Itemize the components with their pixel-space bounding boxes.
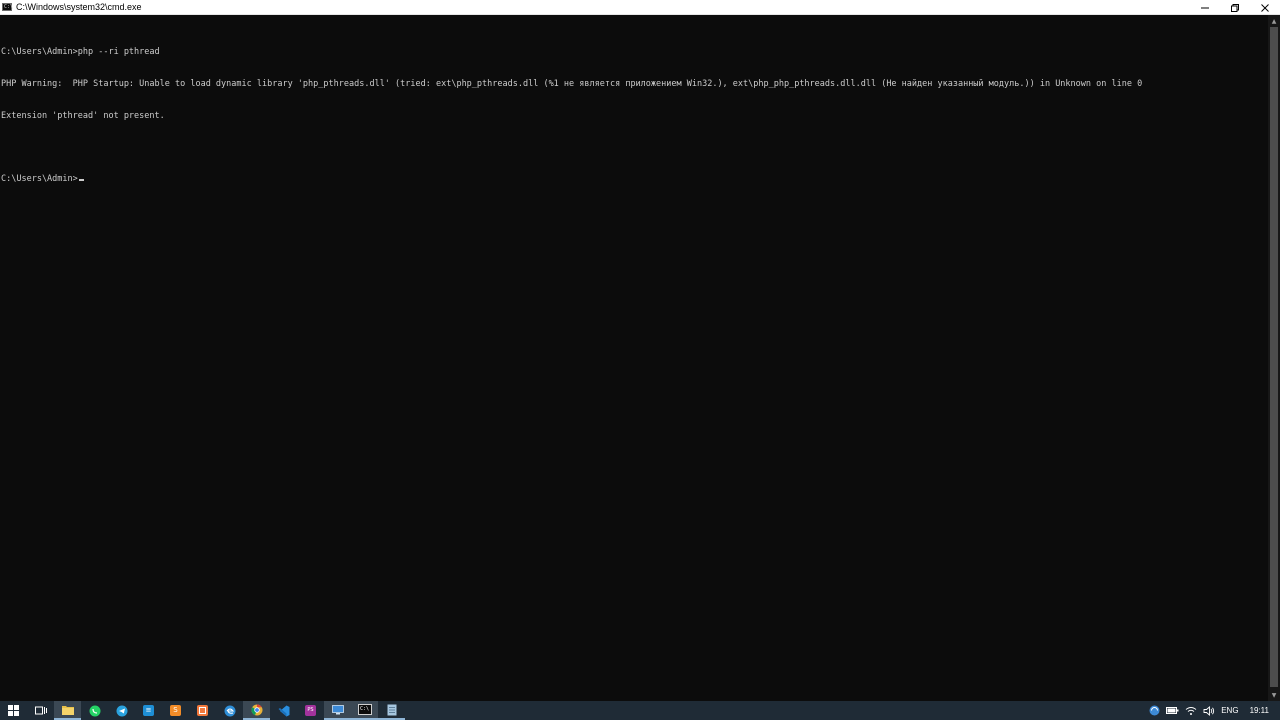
phpstorm-icon: PS <box>305 705 316 716</box>
file-explorer-icon <box>61 705 74 715</box>
close-icon <box>1261 3 1269 12</box>
taskbar-whatsapp[interactable] <box>81 701 108 720</box>
window-title: C:\Windows\system32\cmd.exe <box>16 2 142 12</box>
input-language[interactable]: ENG <box>1218 701 1241 720</box>
restore-icon <box>1231 3 1239 12</box>
close-button[interactable] <box>1250 0 1280 15</box>
start-button[interactable] <box>0 701 27 720</box>
cmd-window-icon[interactable]: C:\ <box>2 3 14 11</box>
taskbar-cmd[interactable]: C:\ <box>351 701 378 720</box>
taskbar-notes-app[interactable] <box>189 701 216 720</box>
vscode-icon <box>278 705 289 716</box>
notes-app-icon <box>197 705 208 716</box>
console-output: C:\Users\Admin>php --ri pthread PHP Warn… <box>1 26 1142 206</box>
taskbar-chrome[interactable] <box>243 701 270 720</box>
restore-button[interactable] <box>1220 0 1250 15</box>
console-prompt: C:\Users\Admin> <box>1 174 78 185</box>
taskbar-notepad[interactable] <box>378 701 405 720</box>
taskbar-sublime-text[interactable]: S <box>162 701 189 720</box>
tray-network-app[interactable] <box>1146 701 1163 720</box>
scroll-up-arrow[interactable]: ▲ <box>1268 15 1280 27</box>
console-line-result: Extension 'pthread' not present. <box>1 110 165 121</box>
globe-sync-icon <box>1149 705 1160 716</box>
cmd-icon: C:\ <box>357 704 372 715</box>
system-tray: ENG 19:11 <box>1146 701 1280 720</box>
taskbar-tasks-app[interactable]: ≡ <box>135 701 162 720</box>
scroll-thumb[interactable] <box>1270 27 1278 687</box>
edge-icon <box>224 705 235 716</box>
taskbar-remote-desktop[interactable] <box>324 701 351 720</box>
cmd-window-icon-glyph: C:\ <box>4 3 14 10</box>
taskbar-edge[interactable] <box>216 701 243 720</box>
text-cursor <box>78 179 84 182</box>
console-prompt-line[interactable]: C:\Users\Admin> <box>1 174 1142 185</box>
tray-wifi[interactable] <box>1182 701 1200 720</box>
title-bar[interactable]: C:\ C:\Windows\system32\cmd.exe <box>0 0 1280 15</box>
console-line-command: C:\Users\Admin>php --ri pthread <box>1 47 160 58</box>
whatsapp-icon <box>89 705 100 716</box>
taskbar-vscode[interactable] <box>270 701 297 720</box>
telegram-icon <box>116 705 127 716</box>
taskbar-file-explorer[interactable] <box>54 701 81 720</box>
task-view-button[interactable] <box>27 701 54 720</box>
vertical-scrollbar[interactable]: ▲ ▼ <box>1268 15 1280 701</box>
tasks-app-icon: ≡ <box>143 705 154 716</box>
taskbar-phpstorm[interactable]: PS <box>297 701 324 720</box>
clock-time[interactable]: 19:11 <box>1242 701 1272 720</box>
tray-battery[interactable] <box>1163 701 1182 720</box>
task-view-icon <box>34 706 47 715</box>
minimize-button[interactable] <box>1190 0 1220 15</box>
scroll-down-arrow[interactable]: ▼ <box>1268 689 1280 701</box>
speaker-icon <box>1203 705 1215 716</box>
notepad-icon <box>387 704 396 715</box>
taskbar: ≡ S PS C:\ ENG 19:11 <box>0 701 1280 720</box>
minimize-icon <box>1201 7 1209 8</box>
taskbar-telegram[interactable] <box>108 701 135 720</box>
remote-desktop-icon <box>331 704 344 714</box>
console-line-blank <box>1 143 1142 154</box>
chrome-icon <box>251 704 262 715</box>
battery-plug-icon <box>1166 707 1179 714</box>
window-controls <box>1190 0 1280 15</box>
wifi-icon <box>1185 706 1197 715</box>
windows-start-icon <box>8 705 19 716</box>
console-line-warning: PHP Warning: PHP Startup: Unable to load… <box>1 78 1143 89</box>
console-area[interactable]: C:\Users\Admin>php --ri pthread PHP Warn… <box>0 15 1268 701</box>
tray-volume[interactable] <box>1200 701 1218 720</box>
sublime-text-icon: S <box>170 705 181 716</box>
